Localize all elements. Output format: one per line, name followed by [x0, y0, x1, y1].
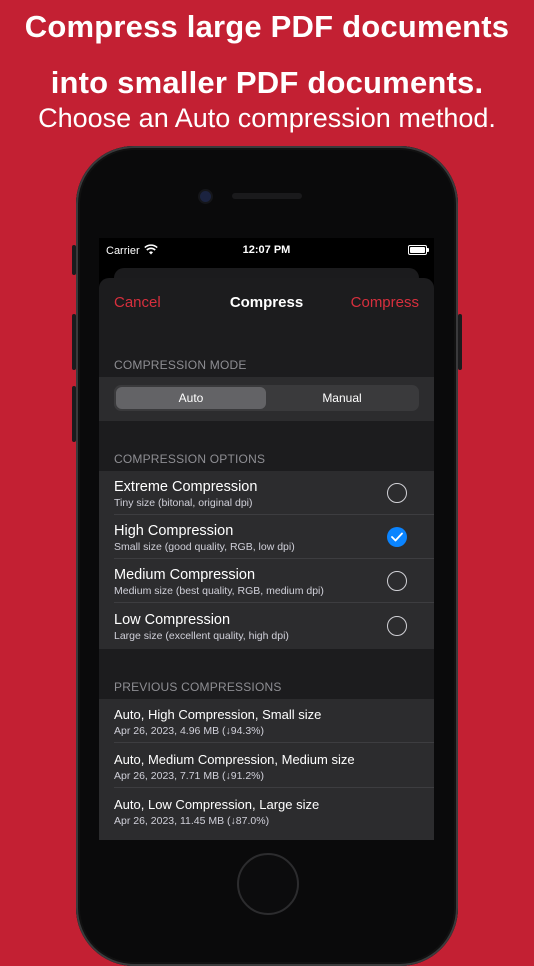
- front-camera: [200, 191, 211, 202]
- option-medium[interactable]: Medium Compression Medium size (best qua…: [99, 559, 434, 603]
- compression-mode-group: Auto Manual: [99, 377, 434, 421]
- option-high[interactable]: High Compression Small size (good qualit…: [99, 515, 434, 559]
- option-detail: Tiny size (bitonal, original dpi): [114, 497, 253, 509]
- previous-detail: Apr 26, 2023, 11.45 MB (↓87.0%): [114, 815, 270, 827]
- option-title: Medium Compression: [114, 567, 256, 583]
- checkmark-icon[interactable]: [387, 527, 407, 547]
- previous-compressions-group: Auto, High Compression, Small size Apr 2…: [99, 699, 434, 840]
- previous-compression-item[interactable]: Auto, Medium Compression, Medium size Ap…: [99, 744, 434, 788]
- mode-segmented-control: Auto Manual: [114, 385, 419, 411]
- option-title: Low Compression: [114, 612, 231, 628]
- mute-switch: [72, 245, 76, 275]
- earpiece-speaker: [232, 193, 302, 199]
- compress-button[interactable]: Compress: [351, 294, 419, 311]
- volume-up-button: [72, 314, 76, 370]
- previous-compressions-header: PREVIOUS COMPRESSIONS: [114, 680, 282, 694]
- row-separator: [114, 602, 434, 603]
- promo-headline-line2: into smaller PDF documents.: [50, 65, 484, 100]
- option-title: High Compression: [114, 523, 234, 539]
- option-detail: Large size (excellent quality, high dpi): [114, 630, 289, 642]
- previous-detail: Apr 26, 2023, 4.96 MB (↓94.3%): [114, 725, 264, 737]
- previous-compression-item[interactable]: Auto, Low Compression, Large size Apr 26…: [99, 789, 434, 833]
- option-low[interactable]: Low Compression Large size (excellent qu…: [99, 604, 434, 648]
- power-button: [458, 314, 462, 370]
- status-time: 12:07 PM: [242, 244, 291, 256]
- battery-icon: [408, 245, 429, 255]
- segment-manual[interactable]: Manual: [267, 387, 417, 409]
- compress-sheet: Cancel Compress Compress COMPRESSION MOD…: [99, 278, 434, 840]
- previous-compression-item[interactable]: Auto, High Compression, Small size Apr 2…: [99, 699, 434, 743]
- navigation-bar: Cancel Compress Compress: [99, 278, 434, 328]
- compression-options-group: Extreme Compression Tiny size (bitonal, …: [99, 471, 434, 649]
- row-separator: [114, 787, 434, 788]
- home-button[interactable]: [237, 853, 299, 915]
- row-separator: [114, 742, 434, 743]
- unselected-radio-icon[interactable]: [387, 483, 407, 503]
- option-title: Extreme Compression: [114, 479, 258, 495]
- promo-subtitle: Choose an Auto compression method.: [38, 103, 496, 133]
- compression-options-header: COMPRESSION OPTIONS: [114, 452, 266, 466]
- previous-title: Auto, Medium Compression, Medium size: [114, 752, 355, 767]
- phone-screen: Carrier 12:07 PM Cancel Compress Compres…: [99, 238, 434, 840]
- compression-mode-header: COMPRESSION MODE: [114, 358, 247, 372]
- previous-title: Auto, Low Compression, Large size: [114, 797, 320, 812]
- option-detail: Small size (good quality, RGB, low dpi): [114, 541, 295, 553]
- option-detail: Medium size (best quality, RGB, medium d…: [114, 585, 324, 597]
- previous-detail: Apr 26, 2023, 7.71 MB (↓91.2%): [114, 770, 264, 782]
- option-extreme[interactable]: Extreme Compression Tiny size (bitonal, …: [99, 471, 434, 515]
- volume-down-button: [72, 386, 76, 442]
- segment-auto[interactable]: Auto: [116, 387, 266, 409]
- promo-headline-line1: Compress large PDF documents: [24, 9, 510, 44]
- unselected-radio-icon[interactable]: [387, 571, 407, 591]
- unselected-radio-icon[interactable]: [387, 616, 407, 636]
- status-bar: Carrier 12:07 PM: [99, 238, 434, 262]
- previous-title: Auto, High Compression, Small size: [114, 707, 322, 722]
